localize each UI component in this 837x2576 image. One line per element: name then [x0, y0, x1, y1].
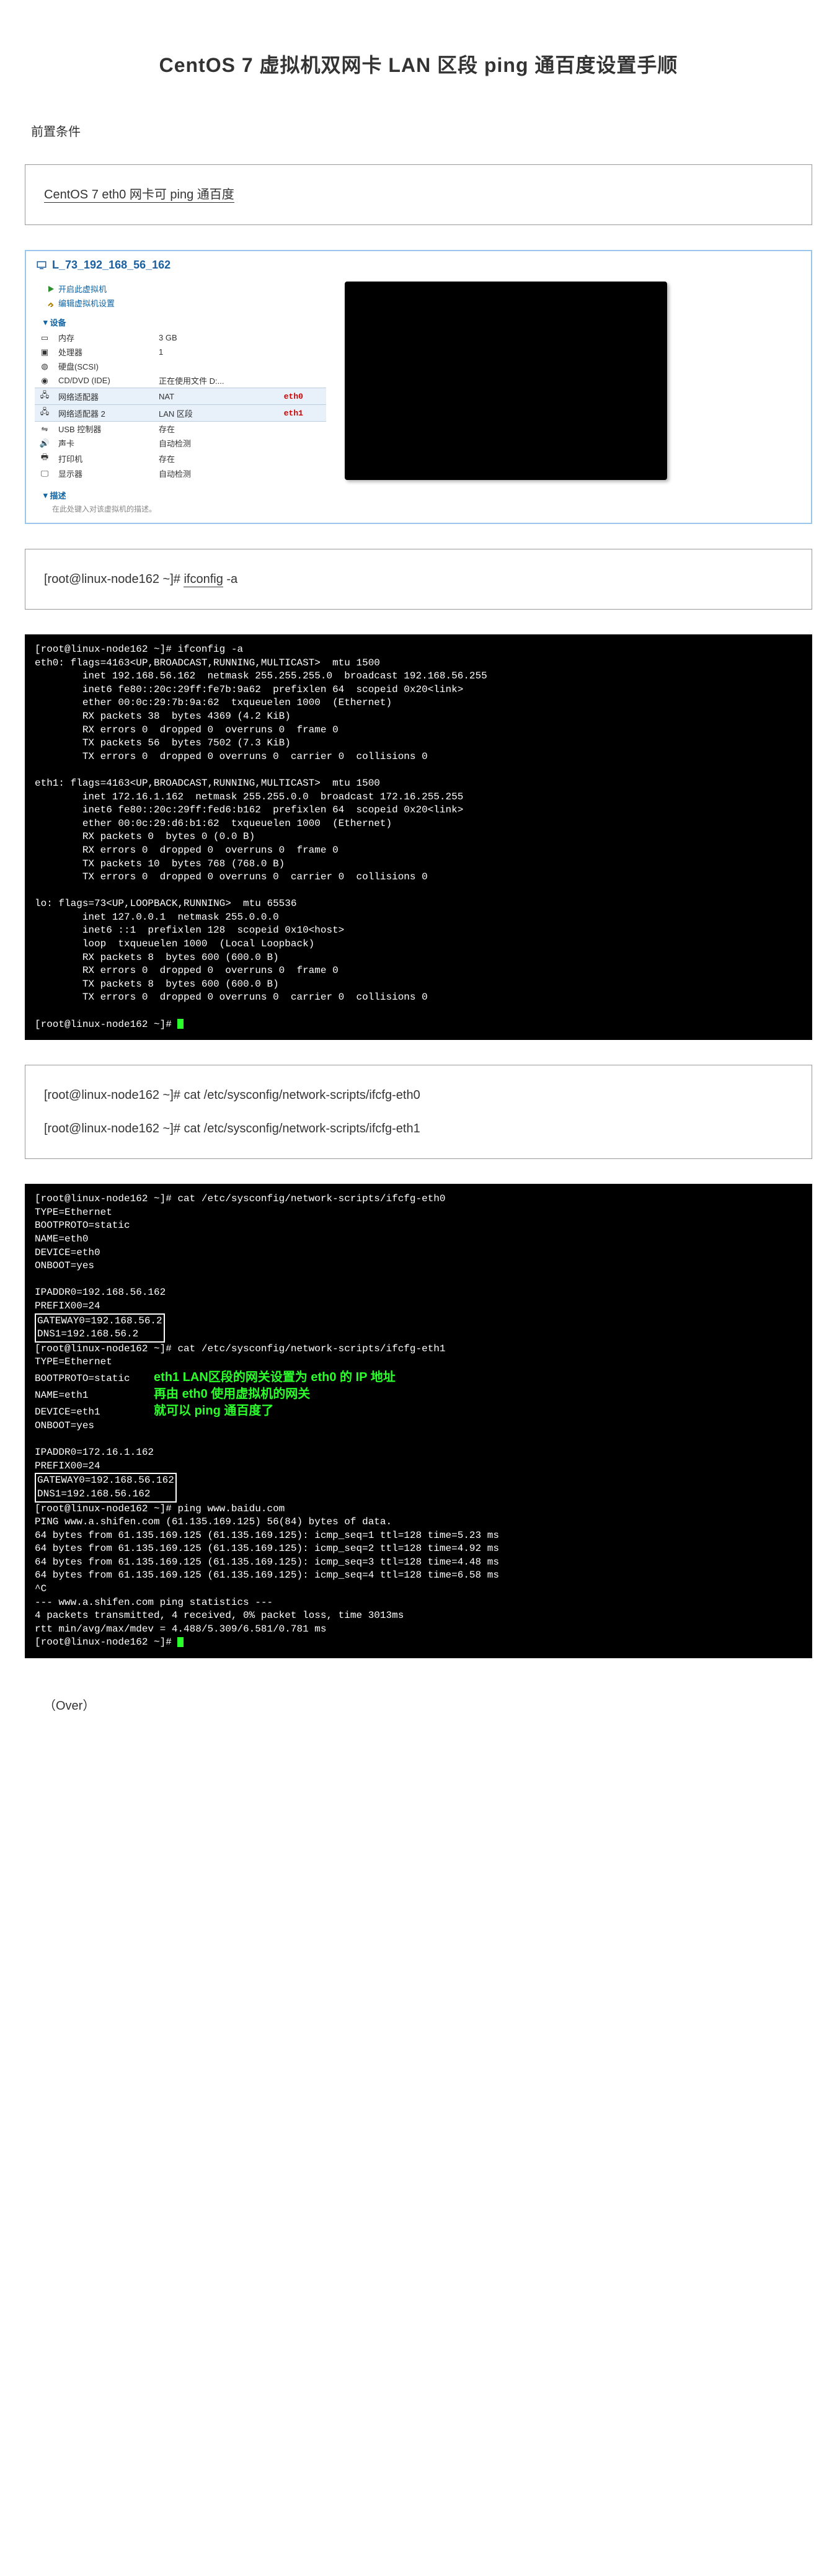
device-annotation: eth1: [280, 405, 326, 422]
device-row[interactable]: ▭内存3 GB: [35, 331, 326, 345]
device-name: 声卡: [55, 436, 155, 450]
device-icon: ◍: [35, 359, 55, 373]
vm-title-text: L_73_192_168_56_162: [52, 259, 170, 272]
precondition-text: CentOS 7 eth0 网卡可 ping 通百度: [44, 188, 234, 203]
device-row[interactable]: ◍硬盘(SCSI): [35, 359, 326, 373]
terminal-ifconfig-content: [root@linux-node162 ~]# ifconfig -a eth0…: [35, 644, 487, 1030]
device-icon: 🖧: [35, 405, 55, 422]
device-annotation: [280, 450, 326, 466]
vm-edit-label: 编辑虚拟机设置: [58, 297, 115, 309]
cmd-cat-eth0: [root@linux-node162 ~]# cat /etc/sysconf…: [44, 1084, 793, 1106]
device-name: 网络适配器 2: [55, 405, 155, 422]
device-value: 自动检测: [155, 436, 280, 450]
precondition-box: CentOS 7 eth0 网卡可 ping 通百度: [25, 164, 812, 225]
device-value: NAT: [155, 388, 280, 405]
device-icon: ▭: [35, 331, 55, 345]
device-name: 显示器: [55, 466, 155, 481]
device-name: CD/DVD (IDE): [55, 373, 155, 388]
devices-section-header[interactable]: ▾ 设备: [43, 316, 326, 328]
device-name: 内存: [55, 331, 155, 345]
desc-section-header[interactable]: ▾ 描述: [43, 489, 326, 501]
device-annotation: [280, 373, 326, 388]
device-value: 3 GB: [155, 331, 280, 345]
device-row[interactable]: ⇋USB 控制器存在: [35, 422, 326, 437]
devices-section-label: 设备: [50, 316, 66, 328]
cmd-cat-eth1: [root@linux-node162 ~]# cat /etc/sysconf…: [44, 1117, 793, 1140]
device-annotation: [280, 331, 326, 345]
vm-icon: [36, 260, 47, 271]
over-label: （Over）: [43, 1695, 818, 1713]
device-name: 处理器: [55, 345, 155, 359]
device-row[interactable]: ▣处理器1: [35, 345, 326, 359]
device-name: 网络适配器: [55, 388, 155, 405]
device-icon: ▣: [35, 345, 55, 359]
device-icon: ⇋: [35, 422, 55, 437]
device-row[interactable]: 🖵显示器自动检测: [35, 466, 326, 481]
device-row[interactable]: ◉CD/DVD (IDE)正在使用文件 D:...: [35, 373, 326, 388]
device-name: 打印机: [55, 450, 155, 466]
vm-devices-table: ▭内存3 GB▣处理器1◍硬盘(SCSI)◉CD/DVD (IDE)正在使用文件…: [35, 331, 326, 481]
device-annotation: [280, 466, 326, 481]
wrench-icon: [47, 300, 55, 307]
device-annotation: [280, 422, 326, 437]
vm-title-bar: L_73_192_168_56_162: [26, 251, 811, 277]
device-annotation: [280, 345, 326, 359]
vm-play-label: 开启此虚拟机: [58, 283, 107, 295]
vm-edit-action[interactable]: 编辑虚拟机设置: [35, 296, 326, 310]
vm-console-preview[interactable]: [345, 282, 667, 480]
desc-section-label: 描述: [50, 489, 66, 501]
collapse-icon: ▾: [43, 491, 48, 500]
terminal-ifcfg: [root@linux-node162 ~]# cat /etc/sysconf…: [25, 1184, 812, 1658]
device-annotation: eth0: [280, 388, 326, 405]
device-name: USB 控制器: [55, 422, 155, 437]
vm-window: L_73_192_168_56_162 开启此虚拟机 编辑虚拟机设置 ▾ 设备 …: [25, 250, 812, 524]
device-icon: ◉: [35, 373, 55, 388]
device-value: LAN 区段: [155, 405, 280, 422]
device-row[interactable]: 🖧网络适配器NATeth0: [35, 388, 326, 405]
play-icon: [47, 285, 55, 293]
device-name: 硬盘(SCSI): [55, 359, 155, 373]
terminal-ifconfig: [root@linux-node162 ~]# ifconfig -a eth0…: [25, 634, 812, 1040]
device-value: 正在使用文件 D:...: [155, 373, 280, 388]
device-row[interactable]: 🔊声卡自动检测: [35, 436, 326, 450]
device-icon: 🖧: [35, 388, 55, 405]
cmd-ifconfig: ifconfig: [184, 572, 223, 587]
cmd-flag: -a: [223, 572, 237, 586]
precondition-label: 前置条件: [31, 122, 818, 140]
cmd-box-2: [root@linux-node162 ~]# cat /etc/sysconf…: [25, 1065, 812, 1159]
device-icon: 🖵: [35, 466, 55, 481]
cmd-prompt: [root@linux-node162 ~]#: [44, 572, 184, 586]
cmd-box-1: [root@linux-node162 ~]# ifconfig -a: [25, 549, 812, 610]
device-row[interactable]: 🖶打印机存在: [35, 450, 326, 466]
device-value: 自动检测: [155, 466, 280, 481]
device-icon: 🔊: [35, 436, 55, 450]
device-value: 存在: [155, 450, 280, 466]
device-value: 1: [155, 345, 280, 359]
page-title: CentOS 7 虚拟机双网卡 LAN 区段 ping 通百度设置手顺: [19, 50, 818, 78]
device-annotation: [280, 436, 326, 450]
device-value: 存在: [155, 422, 280, 437]
device-annotation: [280, 359, 326, 373]
vm-desc-placeholder: 在此处键入对该虚拟机的描述。: [52, 504, 326, 514]
device-value: [155, 359, 280, 373]
vm-play-action[interactable]: 开启此虚拟机: [35, 282, 326, 296]
device-row[interactable]: 🖧网络适配器 2LAN 区段eth1: [35, 405, 326, 422]
cursor: [177, 1019, 184, 1029]
collapse-icon: ▾: [43, 318, 48, 327]
device-icon: 🖶: [35, 450, 55, 466]
